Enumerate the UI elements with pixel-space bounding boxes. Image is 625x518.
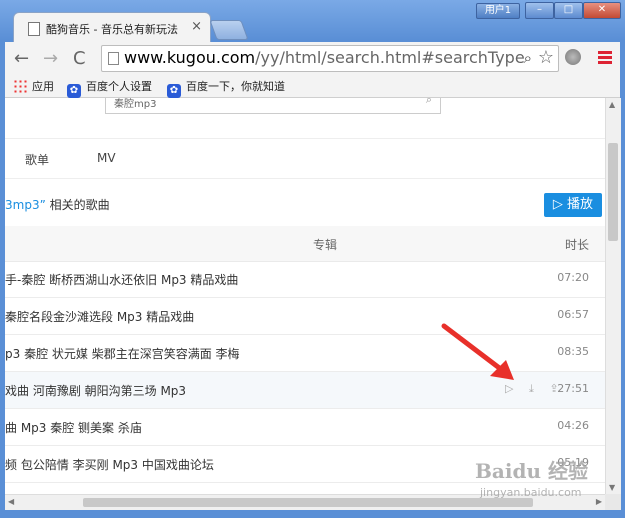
close-window-button[interactable]: ✕ [583, 2, 621, 19]
table-row[interactable]: 曲 Mp3 秦腔 铡美案 杀庙 04:26 [5, 409, 605, 446]
song-title[interactable]: 频 包公陪情 李买刚 Mp3 中国戏曲论坛 [5, 456, 214, 473]
song-title[interactable]: 曲 Mp3 秦腔 铡美案 杀庙 [5, 419, 142, 436]
tab-mv[interactable]: MV [97, 151, 116, 165]
url-host: www.kugou.com [124, 48, 256, 67]
bookmark-star-icon[interactable]: ☆ [538, 47, 554, 68]
result-tabs: 歌单 MV [5, 138, 605, 179]
scroll-thumb[interactable] [83, 498, 533, 507]
scroll-right-icon[interactable]: ▶ [596, 497, 602, 506]
baidu-paw-icon: ✿ [167, 84, 181, 98]
tab-playlist[interactable]: 歌单 [25, 151, 49, 168]
back-arrow-icon[interactable]: ← [14, 48, 29, 69]
table-header: 专辑 时长 [5, 226, 605, 262]
address-bar[interactable]: www.kugou.com/yy/html/search.html#search… [101, 45, 559, 72]
scroll-up-icon[interactable]: ▲ [609, 100, 615, 109]
baidu-watermark: Baidu 经验 [475, 459, 588, 483]
page-content: 秦腔mp3 ⌕ 歌单 MV 3mp3” 相关的歌曲 ▷ 播放 专辑 时长 手-秦… [5, 98, 605, 494]
column-duration: 时长 [565, 238, 590, 252]
browser-tab[interactable]: 酷狗音乐 - 音乐总有新玩法 × [13, 12, 211, 43]
song-duration: 07:20 [557, 271, 589, 284]
song-title[interactable]: p3 秦腔 状元媒 柴郡主在深宫笑容满面 李梅 [5, 345, 240, 362]
annotation-arrow-icon [441, 323, 514, 380]
bookmark-baidu-settings[interactable]: ✿ 百度个人设置 [67, 78, 152, 98]
menu-icon[interactable] [598, 51, 612, 66]
tab-title: 酷狗音乐 - 音乐总有新玩法 [46, 23, 178, 36]
results-summary: 3mp3” 相关的歌曲 [5, 196, 110, 213]
window-frame-bottom [0, 510, 625, 518]
new-tab-button[interactable] [209, 20, 249, 40]
song-duration: 27:51 [557, 382, 589, 395]
search-icon[interactable]: ⌕ [426, 98, 432, 107]
song-title[interactable]: 戏曲 河南豫剧 朝阳沟第三场 Mp3 [5, 382, 186, 399]
search-icon[interactable]: ⌕ [524, 49, 532, 67]
url-path: /yy/html/search.html#searchType=sc [255, 48, 524, 67]
results-suffix: 相关的歌曲 [45, 198, 110, 212]
scroll-corner [605, 494, 621, 510]
baidu-watermark-url: jingyan.baidu.com [480, 486, 582, 499]
song-title[interactable]: 秦腔名段金沙滩选段 Mp3 精品戏曲 [5, 308, 194, 325]
bookmark-apps[interactable]: 应用 [13, 78, 54, 94]
apps-icon [13, 79, 27, 93]
song-duration: 08:35 [557, 345, 589, 358]
song-title[interactable]: 手-秦腔 断桥西湖山水还依旧 Mp3 精品戏曲 [5, 271, 238, 288]
bookmark-baidu-home[interactable]: ✿ 百度一下，你就知道 [167, 78, 285, 98]
results-header: 3mp3” 相关的歌曲 ▷ 播放 [5, 183, 605, 221]
maximize-button[interactable]: □ [554, 2, 583, 19]
browser-window: 酷狗音乐 - 音乐总有新玩法 × 用户1 – □ ✕ ← → C www.kug… [0, 0, 625, 518]
song-duration: 06:57 [557, 308, 589, 321]
search-input[interactable]: 秦腔mp3 ⌕ [105, 98, 441, 114]
bookmark-label: 百度一下，你就知道 [186, 80, 285, 93]
column-album: 专辑 [313, 238, 338, 252]
bookmark-label: 应用 [32, 80, 54, 93]
forward-arrow-icon[interactable]: → [43, 48, 58, 69]
bookmark-label: 百度个人设置 [86, 80, 152, 93]
scroll-left-icon[interactable]: ◀ [8, 497, 14, 506]
reload-icon[interactable]: C [73, 48, 86, 69]
search-query: 秦腔mp3 [114, 99, 157, 110]
song-duration: 04:26 [557, 419, 589, 432]
extension-globe-icon[interactable] [565, 49, 581, 65]
play-all-button[interactable]: ▷ 播放 [544, 193, 602, 217]
query-highlight: 3mp3” [5, 198, 46, 212]
scroll-thumb[interactable] [608, 143, 618, 241]
baidu-paw-icon: ✿ [67, 84, 81, 98]
bookmarks-bar: 应用 ✿ 百度个人设置 ✿ 百度一下，你就知道 [5, 75, 620, 98]
row-action-icons[interactable]: ▷ ⤓ ⇪ [505, 382, 565, 396]
vertical-scrollbar[interactable]: ▲ ▼ [605, 98, 621, 494]
tab-close-icon[interactable]: × [191, 19, 202, 34]
table-row[interactable]: 手-秦腔 断桥西湖山水还依旧 Mp3 精品戏曲 07:20 [5, 261, 605, 298]
page-info-icon [108, 52, 119, 65]
minimize-button[interactable]: – [525, 2, 554, 19]
url-text[interactable]: www.kugou.com/yy/html/search.html#search… [124, 48, 524, 67]
page-icon [28, 22, 40, 36]
browser-toolbar: ← → C www.kugou.com/yy/html/search.html#… [5, 42, 620, 76]
user-profile-button[interactable]: 用户1 [476, 3, 520, 19]
scroll-down-icon[interactable]: ▼ [609, 483, 615, 492]
